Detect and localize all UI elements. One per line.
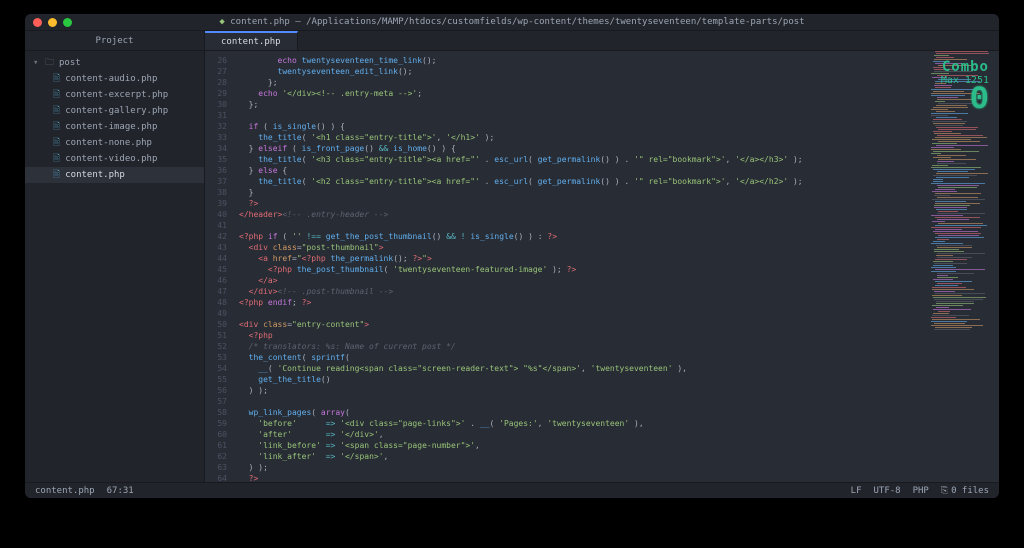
status-bar: content.php 67:31 LF UTF-8 PHP ⎘ 0 files bbox=[25, 482, 999, 498]
file-content-php[interactable]: 🖹 content.php bbox=[25, 167, 204, 183]
file-content-image-php[interactable]: 🖹 content-image.php bbox=[25, 119, 204, 135]
file-content-audio-php[interactable]: 🖹 content-audio.php bbox=[25, 71, 204, 87]
folder-label: post bbox=[59, 58, 81, 68]
status-encoding[interactable]: UTF-8 bbox=[874, 486, 901, 496]
line-gutter[interactable]: 2627282930313233343536373839404142434445… bbox=[205, 51, 233, 482]
code-editor[interactable]: echo twentyseventeen_time_link(); twenty… bbox=[233, 51, 999, 482]
file-icon: 🖹 bbox=[53, 151, 60, 167]
file-label: content-audio.php bbox=[65, 74, 157, 84]
file-label: content-excerpt.php bbox=[65, 90, 168, 100]
minimap[interactable]: Combo Max 1251 0 bbox=[929, 51, 999, 482]
file-content-gallery-php[interactable]: 🖹 content-gallery.php bbox=[25, 103, 204, 119]
file-content-excerpt-php[interactable]: 🖹 content-excerpt.php bbox=[25, 87, 204, 103]
file-content-none-php[interactable]: 🖹 content-none.php bbox=[25, 135, 204, 151]
window-title: ◆ content.php — /Applications/MAMP/htdoc… bbox=[25, 17, 999, 27]
tab-content-php[interactable]: content.php bbox=[205, 31, 298, 50]
file-content-video-php[interactable]: 🖹 content-video.php bbox=[25, 151, 204, 167]
file-label: content.php bbox=[65, 170, 125, 180]
status-cursor[interactable]: 67:31 bbox=[107, 486, 134, 496]
file-label: content-video.php bbox=[65, 154, 157, 164]
file-label: content-none.php bbox=[65, 138, 152, 148]
editor-window: ◆ content.php — /Applications/MAMP/htdoc… bbox=[25, 14, 999, 498]
git-icon: ⎘ bbox=[941, 486, 948, 496]
file-tree: ▾ 🗀 post 🖹 content-audio.php 🖹 content-exce… bbox=[25, 51, 204, 187]
project-sidebar: Project ▾ 🗀 post 🖹 content-audio.php 🖹 cont… bbox=[25, 31, 205, 482]
file-icon: 🖹 bbox=[53, 71, 60, 87]
file-icon: ◆ bbox=[219, 17, 224, 27]
status-language[interactable]: PHP bbox=[913, 486, 929, 496]
file-icon: 🖹 bbox=[53, 135, 60, 151]
file-label: content-image.php bbox=[65, 122, 157, 132]
file-icon: 🖹 bbox=[53, 103, 60, 119]
chevron-down-icon: ▾ bbox=[33, 58, 40, 68]
status-files[interactable]: ⎘ 0 files bbox=[941, 486, 989, 496]
titlebar[interactable]: ◆ content.php — /Applications/MAMP/htdoc… bbox=[25, 14, 999, 31]
status-filename[interactable]: content.php bbox=[35, 486, 95, 496]
file-label: content-gallery.php bbox=[65, 106, 168, 116]
tab-bar: content.php bbox=[205, 31, 999, 51]
project-panel-tab[interactable]: Project bbox=[25, 31, 204, 51]
file-icon: 🖹 bbox=[53, 167, 60, 183]
folder-icon: 🗀 bbox=[45, 55, 54, 71]
status-eol[interactable]: LF bbox=[851, 486, 862, 496]
combo-title: Combo bbox=[941, 59, 989, 75]
combo-meter: Combo Max 1251 0 bbox=[941, 59, 989, 114]
file-icon: 🖹 bbox=[53, 119, 60, 135]
folder-post[interactable]: ▾ 🗀 post bbox=[25, 55, 204, 71]
combo-count: 0 bbox=[941, 86, 989, 114]
file-icon: 🖹 bbox=[53, 87, 60, 103]
editor-pane: content.php 2627282930313233343536373839… bbox=[205, 31, 999, 482]
